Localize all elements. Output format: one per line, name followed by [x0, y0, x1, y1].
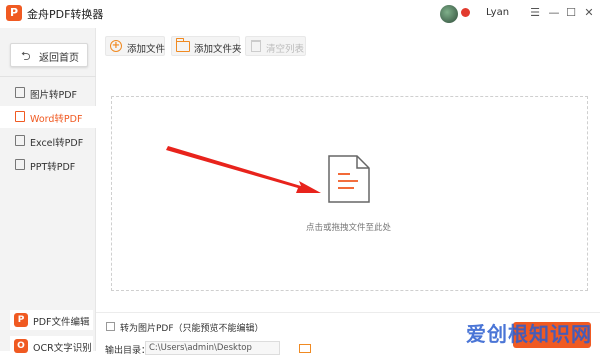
clear-list-label: 清空列表: [266, 44, 305, 55]
footer-divider: [96, 312, 600, 313]
excel-icon: [15, 135, 25, 146]
vip-badge-icon[interactable]: [461, 8, 470, 17]
title-bar: P 金舟PDF转换器 Lyan ☰ — ☐ ✕: [0, 0, 600, 28]
add-folder-button[interactable]: 添加文件夹: [171, 36, 242, 56]
plus-circle-icon: +: [110, 40, 122, 52]
browse-folder-icon[interactable]: [299, 344, 311, 353]
folder-icon: [175, 38, 190, 52]
trash-icon: [251, 40, 261, 52]
back-home-button[interactable]: ⮌ 返回首页: [10, 43, 88, 67]
add-file-button[interactable]: + 添加文件: [105, 36, 165, 56]
word-icon: [15, 111, 25, 122]
document-icon: [328, 155, 370, 203]
add-file-label: 添加文件: [127, 44, 166, 55]
sidebar-item-word-to-pdf[interactable]: Word转PDF: [0, 106, 96, 128]
app-title: 金舟PDF转换器: [27, 8, 104, 21]
close-button[interactable]: ✕: [581, 4, 597, 22]
app-logo-icon: P: [6, 5, 22, 21]
ocr-label: OCR文字识别: [33, 343, 92, 354]
sidebar-item-label: 图片转PDF: [30, 90, 78, 101]
back-home-label: 返回首页: [39, 53, 79, 64]
sidebar-item-image-to-pdf[interactable]: 图片转PDF: [0, 82, 96, 104]
add-folder-label: 添加文件夹: [194, 44, 242, 55]
menu-icon[interactable]: ☰: [527, 4, 543, 22]
image-pdf-checkbox-label: 转为图片PDF（只能预览不能编辑）: [120, 324, 264, 334]
ocr-button[interactable]: O OCR文字识别: [10, 336, 93, 356]
clear-list-button[interactable]: 清空列表: [245, 36, 306, 56]
maximize-button[interactable]: ☐: [563, 4, 579, 22]
sidebar-item-excel-to-pdf[interactable]: Excel转PDF: [0, 130, 96, 152]
divider: [0, 76, 96, 77]
back-arrow-icon: ⮌: [21, 49, 31, 63]
sidebar-item-label: Word转PDF: [30, 114, 83, 125]
username[interactable]: Lyan: [486, 7, 509, 18]
pdf-edit-label: PDF文件编辑: [33, 317, 90, 328]
image-icon: [15, 87, 25, 98]
sidebar-item-ppt-to-pdf[interactable]: PPT转PDF: [0, 154, 96, 176]
output-dir-field[interactable]: C:\Users\admin\Desktop: [145, 341, 280, 355]
image-pdf-checkbox[interactable]: [106, 322, 115, 331]
ppt-icon: [15, 159, 25, 170]
pdf-edit-button[interactable]: P PDF文件编辑: [10, 310, 93, 330]
watermark: 爱创根知识网: [466, 322, 592, 346]
sidebar: ⮌ 返回首页 图片转PDF Word转PDF Excel转PDF PPT转PDF…: [0, 28, 96, 356]
drop-hint: 点击或拖拽文件至此处: [306, 223, 392, 233]
pdf-edit-icon: P: [14, 313, 28, 327]
sidebar-item-label: PPT转PDF: [30, 162, 76, 173]
user-avatar[interactable]: [440, 5, 458, 23]
minimize-button[interactable]: —: [546, 4, 562, 22]
output-dir-label: 输出目录：: [105, 346, 151, 356]
sidebar-item-label: Excel转PDF: [30, 138, 84, 149]
